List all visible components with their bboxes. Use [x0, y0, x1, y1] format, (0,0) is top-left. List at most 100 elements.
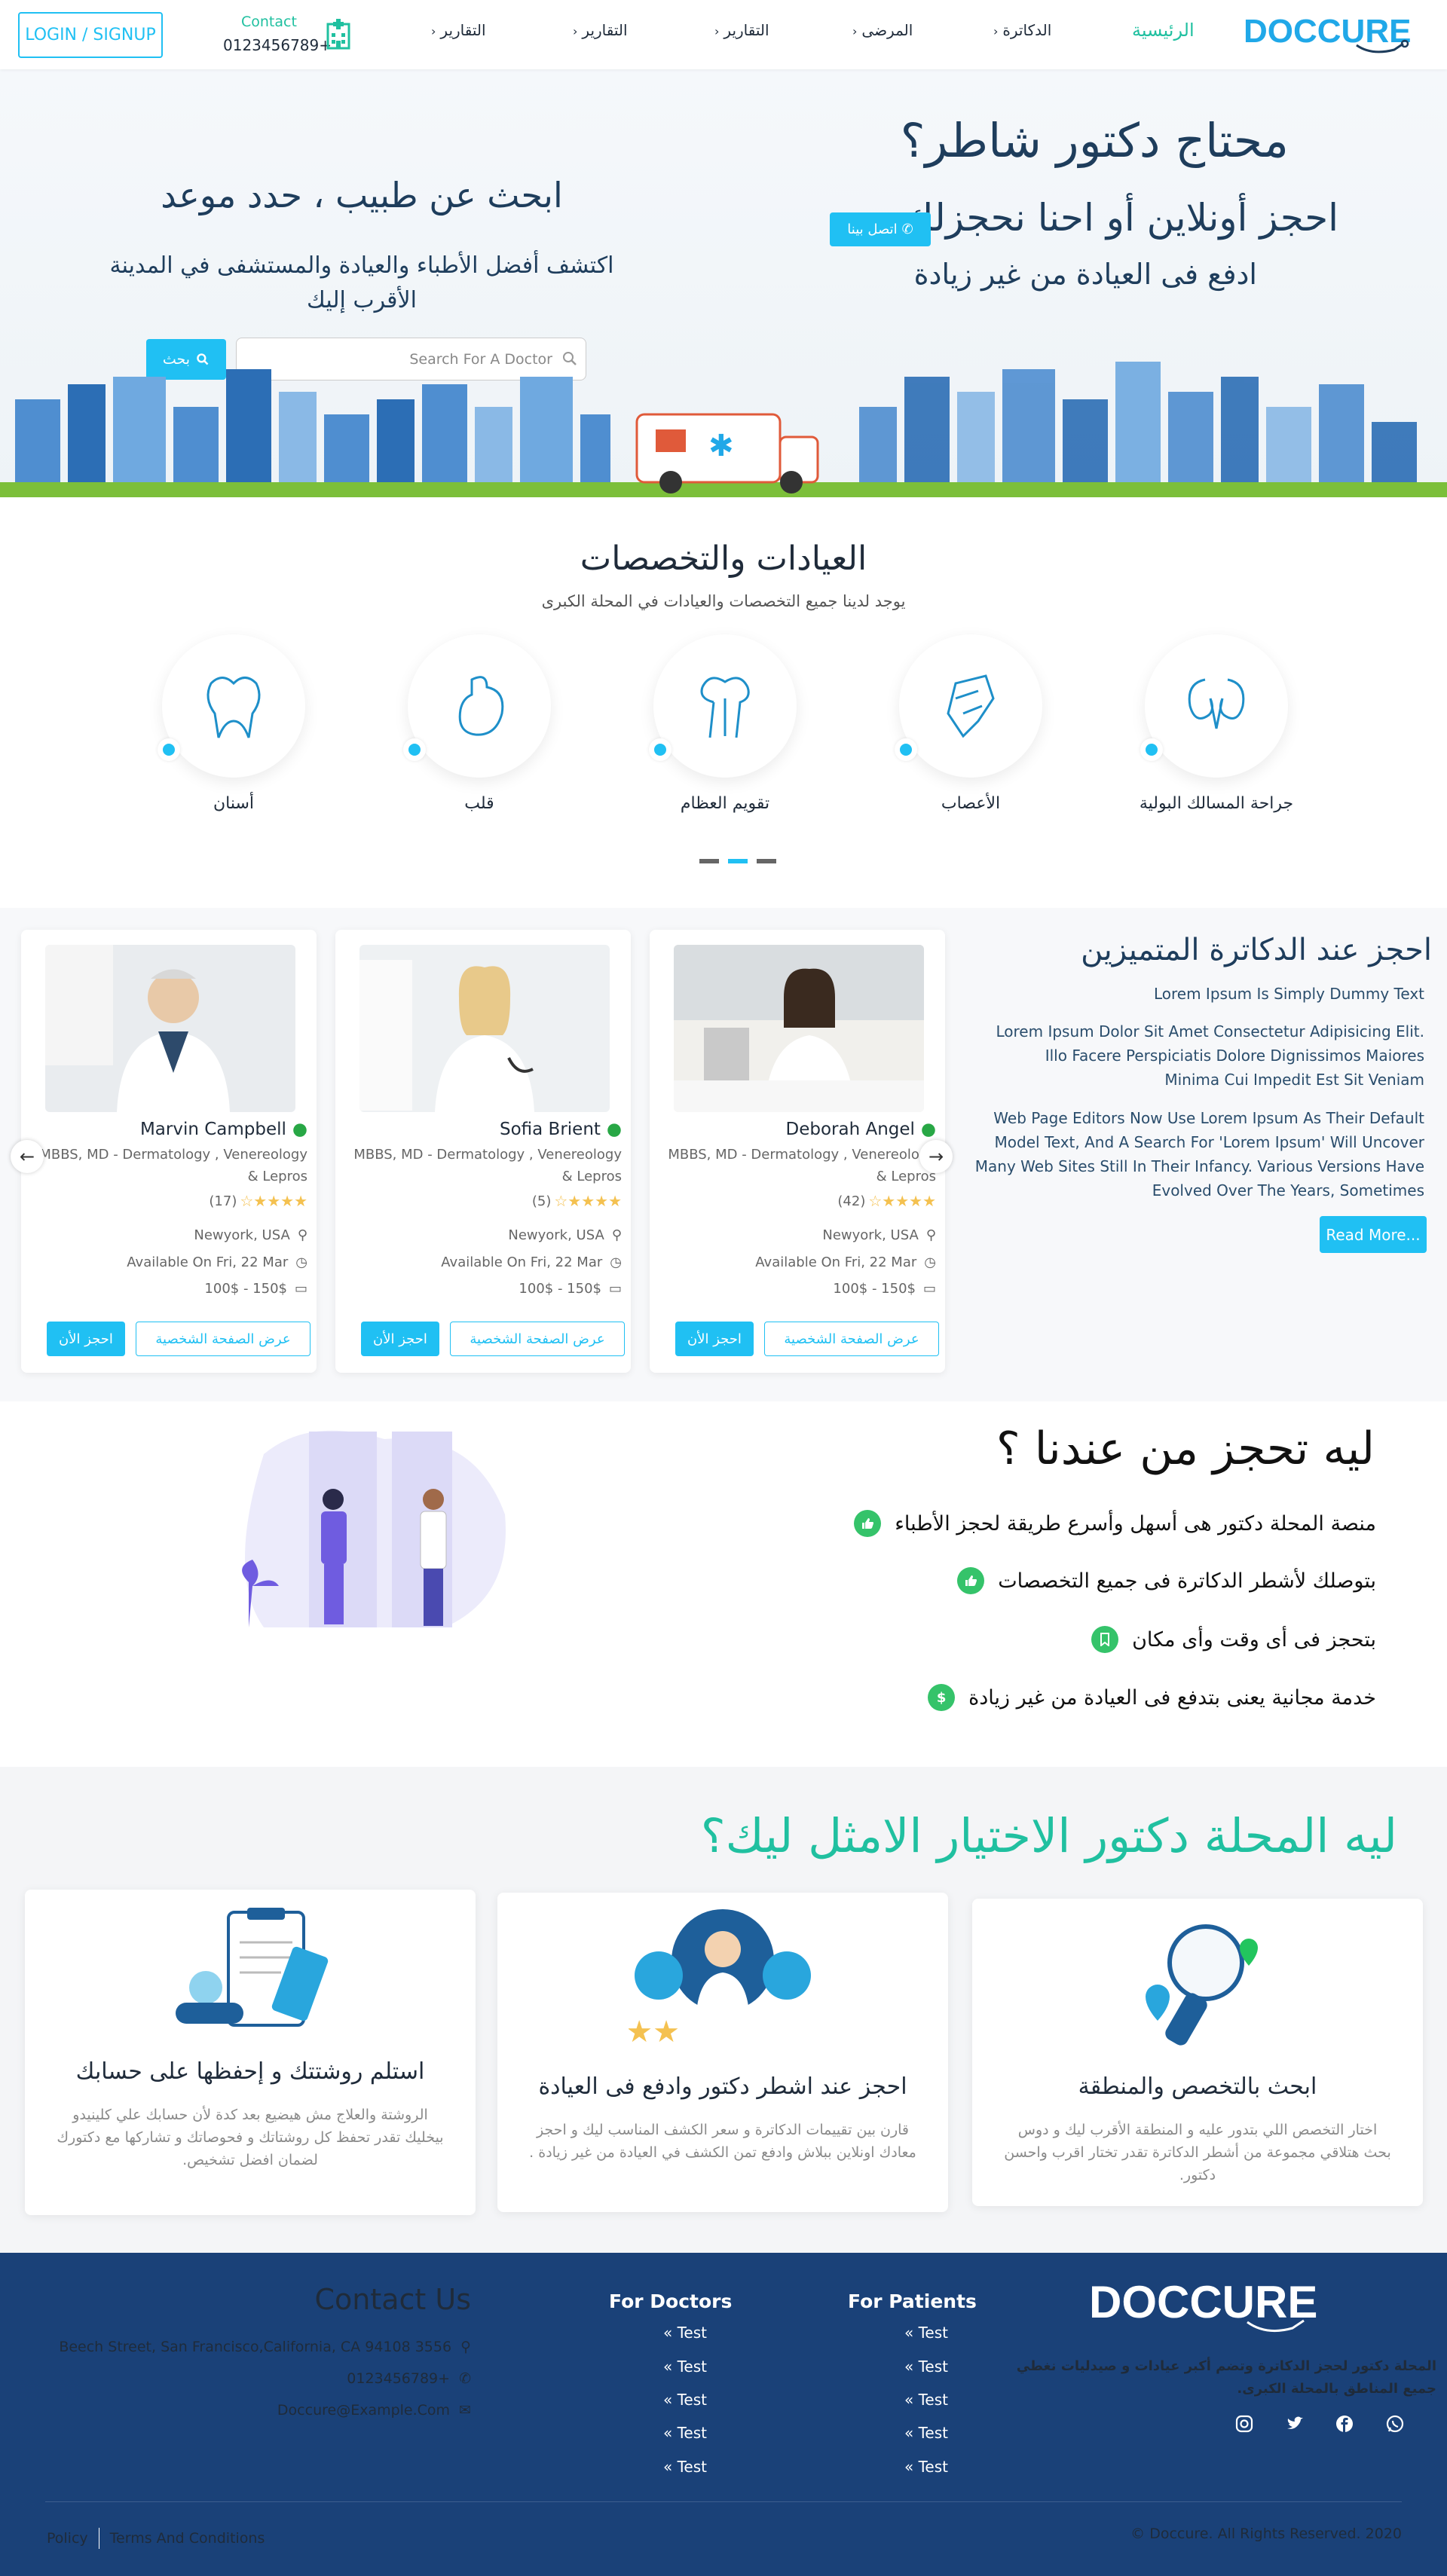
- doctor-specialty: MBBS, MD - Dermatology , Venereology & L…: [353, 1147, 622, 1184]
- dot-indicator: [1140, 738, 1163, 761]
- double-chevron-icon: «: [663, 2358, 673, 2376]
- view-profile-button[interactable]: عرض الصفحة الشخصية: [764, 1322, 939, 1356]
- whatsapp-icon[interactable]: [1385, 2414, 1405, 2434]
- feature-text: اختار التخصص اللي بتدور عليه و المنطقة ا…: [1004, 2122, 1391, 2183]
- specialty-orthopedics[interactable]: تقويم العظام: [642, 634, 808, 813]
- terms-link[interactable]: Terms And Conditions: [110, 2530, 265, 2547]
- dot-indicator: [895, 738, 917, 761]
- search-title: ابحث عن طبيب ، حدد موعد: [161, 175, 563, 215]
- doctor-name[interactable]: Marvin Campbell: [140, 1120, 286, 1139]
- doctors-text-2: Lorem Ipsum Dolor Sit Amet Consectetur A…: [996, 1022, 1425, 1089]
- feature-text: قارن بين تقييمات الدكاترة و سعر الكشف ال…: [529, 2122, 916, 2161]
- instagram-icon[interactable]: [1234, 2414, 1254, 2434]
- clock-icon: ◷: [924, 1254, 936, 1270]
- nav-reports-1[interactable]: التقارير‹: [431, 21, 486, 39]
- doctor-link[interactable]: « Test: [663, 2458, 707, 2476]
- availability-row: Available On Fri, 22 Mar ◷: [127, 1254, 307, 1270]
- contact-address: Beech Street, San Francisco,California, …: [59, 2339, 471, 2355]
- carousel-dot[interactable]: [699, 859, 719, 863]
- contact-phone-footer[interactable]: 0123456789+ ✆: [347, 2370, 471, 2387]
- view-profile-button[interactable]: عرض الصفحة الشخصية: [450, 1322, 625, 1356]
- double-chevron-icon: «: [904, 2324, 914, 2342]
- money-icon: ▭: [294, 1281, 307, 1297]
- why-item: بتوصلك لأشطر الدكاترة فى جميع التخصصات: [957, 1567, 1376, 1594]
- specialty-neurology[interactable]: الأعصاب: [888, 634, 1054, 813]
- patient-link[interactable]: « Test: [904, 2424, 948, 2442]
- carousel-dot[interactable]: [757, 859, 776, 863]
- facebook-icon[interactable]: [1335, 2414, 1354, 2434]
- carousel-dots[interactable]: [699, 859, 776, 863]
- twitter-icon[interactable]: [1285, 2414, 1305, 2434]
- patient-link[interactable]: « Test: [904, 2391, 948, 2409]
- specialty-cardiology[interactable]: قلب: [396, 634, 562, 813]
- svg-text:✱: ✱: [708, 429, 734, 463]
- doctor-link[interactable]: « Test: [663, 2424, 707, 2442]
- feature-card-search: ابحث بالتخصص والمنطقة اختار التخصص اللي …: [972, 1899, 1423, 2206]
- nav-home[interactable]: الرئيسية: [1132, 20, 1195, 41]
- specialty-label: جراحة المسالك البولية: [1139, 794, 1294, 813]
- chevron-down-icon: ‹: [993, 24, 999, 38]
- availability-row: Available On Fri, 22 Mar ◷: [441, 1254, 622, 1270]
- doctor-card[interactable]: Sofia Brient ● MBBS, MD - Dermatology , V…: [335, 930, 631, 1373]
- double-chevron-icon: «: [904, 2424, 914, 2442]
- money-icon: ▭: [608, 1281, 622, 1297]
- chevron-down-icon: ‹: [431, 24, 436, 38]
- location-row: Newyork, USA ⚲: [194, 1227, 307, 1243]
- verified-icon: ●: [292, 1120, 307, 1139]
- policy-link[interactable]: Policy: [47, 2530, 88, 2547]
- city-skyline-illustration: ✱: [0, 362, 1447, 497]
- rating: (5) ☆★★★★: [532, 1192, 622, 1210]
- doctor-card[interactable]: Deborah Angel ● MBBS, MD - Dermatology , …: [650, 930, 945, 1373]
- doctor-link[interactable]: « Test: [663, 2358, 707, 2376]
- double-chevron-icon: «: [904, 2391, 914, 2409]
- carousel-dot-active[interactable]: [728, 859, 748, 863]
- nav-reports-2[interactable]: التقارير‹: [573, 21, 628, 39]
- doctor-link[interactable]: « Test: [663, 2391, 707, 2409]
- patient-link[interactable]: « Test: [904, 2458, 948, 2476]
- call-us-button[interactable]: اتصل بينا ✆: [830, 212, 931, 246]
- doctor-link[interactable]: « Test: [663, 2324, 707, 2342]
- copyright: © Doccure. All Rights Reserved. 2020: [1130, 2526, 1402, 2542]
- heart-organ-icon: [458, 676, 504, 736]
- view-profile-button[interactable]: عرض الصفحة الشخصية: [136, 1322, 311, 1356]
- specialty-label: أسنان: [213, 794, 255, 813]
- specialty-dental[interactable]: أسنان: [151, 634, 317, 813]
- bone-icon: [700, 677, 750, 738]
- hero-subtitle: احجز أونلاين أو احنا نحجزلك: [902, 196, 1338, 240]
- contact-phone: 0123456789+: [223, 36, 332, 54]
- carousel-next-arrow-icon[interactable]: →: [919, 1140, 953, 1173]
- doctor-card[interactable]: Marvin Campbell ● MBBS, MD - Dermatology …: [21, 930, 317, 1373]
- patient-link[interactable]: « Test: [904, 2324, 948, 2342]
- book-now-button[interactable]: احجز الأن: [675, 1322, 754, 1356]
- carousel-prev-arrow-icon[interactable]: ←: [11, 1140, 44, 1173]
- contact-email[interactable]: Doccure@Example.Com ✉: [277, 2402, 471, 2419]
- read-more-button[interactable]: Read More...: [1320, 1216, 1427, 1253]
- footer-logo[interactable]: DOCCURE: [1089, 2275, 1323, 2336]
- nav-patients[interactable]: المرضى‹: [852, 21, 913, 39]
- doctor-specialty: MBBS, MD - Dermatology , Venereology & L…: [668, 1147, 936, 1184]
- thumbs-up-icon: [957, 1567, 985, 1594]
- envelope-icon: ✉: [459, 2402, 471, 2419]
- specialty-label: قلب: [464, 794, 494, 813]
- nav-doctors[interactable]: الدكاترة‹: [993, 21, 1051, 39]
- review-count: (17): [209, 1193, 237, 1209]
- location-icon: ⚲: [611, 1227, 622, 1243]
- doctor-name[interactable]: Sofia Brient: [500, 1120, 601, 1139]
- best-choice-title: ليه المحلة دكتور الاختيار الامثل ليك؟: [700, 1808, 1397, 1863]
- patient-link[interactable]: « Test: [904, 2358, 948, 2376]
- dot-indicator: [649, 738, 671, 761]
- location-icon: ⚲: [297, 1227, 307, 1243]
- specialty-urology[interactable]: جراحة المسالك البولية: [1133, 634, 1299, 813]
- verified-icon: ●: [920, 1120, 936, 1139]
- footer-logo-text: DOCCURE: [1089, 2277, 1317, 2327]
- book-now-button[interactable]: احجز الأن: [47, 1322, 125, 1356]
- login-signup-button[interactable]: LOGIN / SIGNUP: [18, 12, 163, 58]
- doctors-text-3: Web Page Editors Now Use Lorem Ipsum As …: [974, 1109, 1424, 1199]
- teeth-icon: [206, 677, 261, 738]
- doccure-logo[interactable]: DOCCURE: [1244, 11, 1413, 56]
- phone-icon: ✆: [459, 2370, 471, 2387]
- nav-reports-3[interactable]: التقارير‹: [714, 21, 769, 39]
- book-now-button[interactable]: احجز الأن: [361, 1322, 439, 1356]
- doctor-name[interactable]: Deborah Angel: [786, 1120, 915, 1139]
- star-icons: ☆★★★★: [240, 1192, 307, 1210]
